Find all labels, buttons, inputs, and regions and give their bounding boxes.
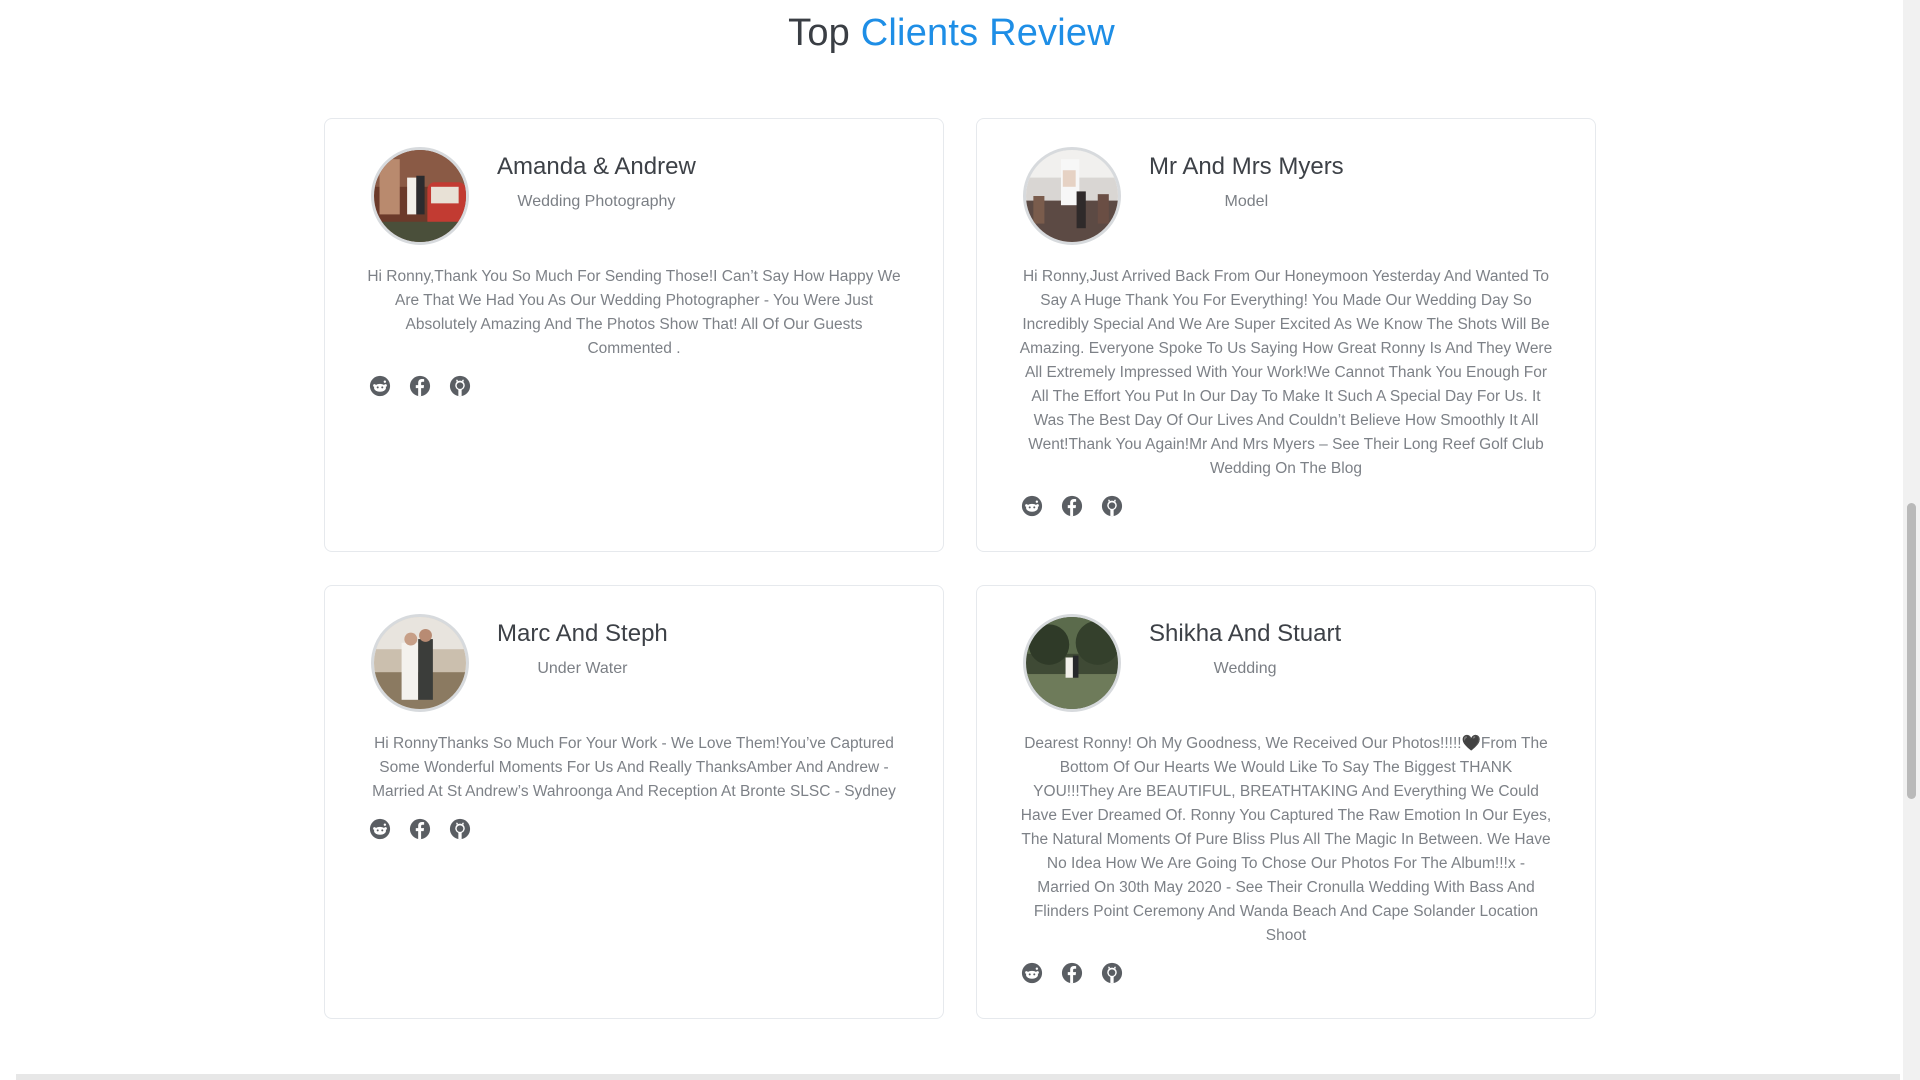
github-icon[interactable] — [1101, 495, 1123, 517]
facebook-icon[interactable] — [409, 818, 431, 840]
section-title-accent: Clients Review — [860, 12, 1115, 54]
review-card: Marc And Steph Under Water Hi RonnyThank… — [324, 585, 944, 1019]
review-card: Shikha And Stuart Wedding Dearest Ronny!… — [976, 585, 1596, 1019]
client-name: Amanda & Andrew — [497, 153, 696, 180]
review-card-header: Shikha And Stuart Wedding — [1023, 614, 1549, 716]
reddit-icon[interactable] — [369, 818, 391, 840]
client-role: Model — [1224, 193, 1269, 210]
review-card-header: Mr And Mrs Myers Model — [1023, 147, 1549, 249]
client-name: Marc And Steph — [497, 620, 668, 647]
facebook-icon[interactable] — [1061, 495, 1083, 517]
vertical-scrollbar[interactable] — [1903, 0, 1920, 1080]
page: Top Clients Review Amanda & Andrew Weddi… — [0, 0, 1920, 1080]
client-role: Under Water — [537, 660, 628, 677]
client-role: Wedding — [1213, 660, 1277, 677]
client-name: Shikha And Stuart — [1149, 620, 1342, 647]
review-text: Dearest Ronny! Oh My Goodness, We Receiv… — [1020, 735, 1552, 944]
review-card: Mr And Mrs Myers Model Hi Ronny,Just Arr… — [976, 118, 1596, 552]
github-icon[interactable] — [1101, 962, 1123, 984]
client-role: Wedding Photography — [517, 193, 676, 210]
social-links — [369, 818, 897, 840]
client-avatar — [1023, 614, 1121, 712]
review-card-header: Marc And Steph Under Water — [371, 614, 897, 716]
horizontal-scrollbar[interactable] — [16, 1074, 1900, 1080]
review-card-title-block: Amanda & Andrew Wedding Photography — [497, 147, 696, 211]
social-links — [369, 375, 897, 397]
github-icon[interactable] — [449, 818, 471, 840]
section-title: Top Clients Review — [0, 12, 1903, 55]
review-card-header: Amanda & Andrew Wedding Photography — [371, 147, 897, 249]
review-text: Hi Ronny,Just Arrived Back From Our Hone… — [1019, 268, 1553, 477]
scrollbar-thumb[interactable] — [1907, 503, 1916, 799]
reddit-icon[interactable] — [1021, 495, 1043, 517]
github-icon[interactable] — [449, 375, 471, 397]
review-text: Hi Ronny,Thank You So Much For Sending T… — [367, 268, 901, 357]
section-title-prefix: Top — [788, 12, 850, 54]
reviews-grid: Amanda & Andrew Wedding Photography Hi R… — [324, 118, 1596, 1019]
reddit-icon[interactable] — [369, 375, 391, 397]
review-text: Hi RonnyThanks So Much For Your Work - W… — [372, 735, 896, 800]
review-card-title-block: Marc And Steph Under Water — [497, 614, 668, 678]
review-card-title-block: Mr And Mrs Myers Model — [1149, 147, 1344, 211]
facebook-icon[interactable] — [1061, 962, 1083, 984]
client-avatar — [1023, 147, 1121, 245]
client-avatar — [371, 614, 469, 712]
client-avatar — [371, 147, 469, 245]
review-card-title-block: Shikha And Stuart Wedding — [1149, 614, 1341, 678]
social-links — [1021, 495, 1549, 517]
facebook-icon[interactable] — [409, 375, 431, 397]
client-name: Mr And Mrs Myers — [1149, 153, 1344, 180]
social-links — [1021, 962, 1549, 984]
review-card: Amanda & Andrew Wedding Photography Hi R… — [324, 118, 944, 552]
reddit-icon[interactable] — [1021, 962, 1043, 984]
